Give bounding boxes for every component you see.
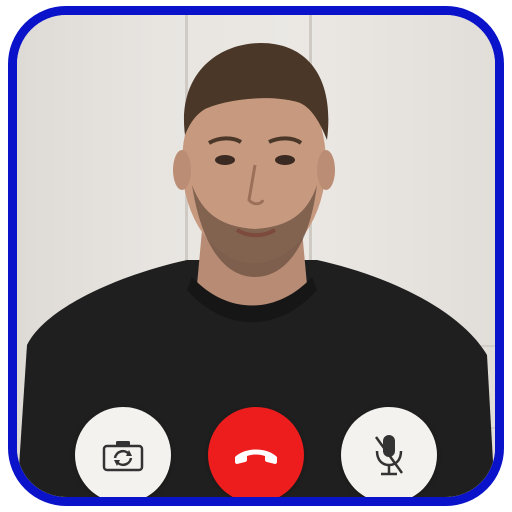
- switch-camera-button[interactable]: [75, 407, 171, 497]
- microphone-off-icon: [374, 435, 404, 476]
- hang-up-phone-icon: [235, 449, 277, 464]
- camera-switch-icon: [102, 441, 144, 472]
- call-controls: [17, 407, 495, 497]
- end-call-button[interactable]: [208, 407, 304, 497]
- app-icon-frame: [8, 6, 504, 506]
- mute-microphone-button[interactable]: [341, 407, 437, 497]
